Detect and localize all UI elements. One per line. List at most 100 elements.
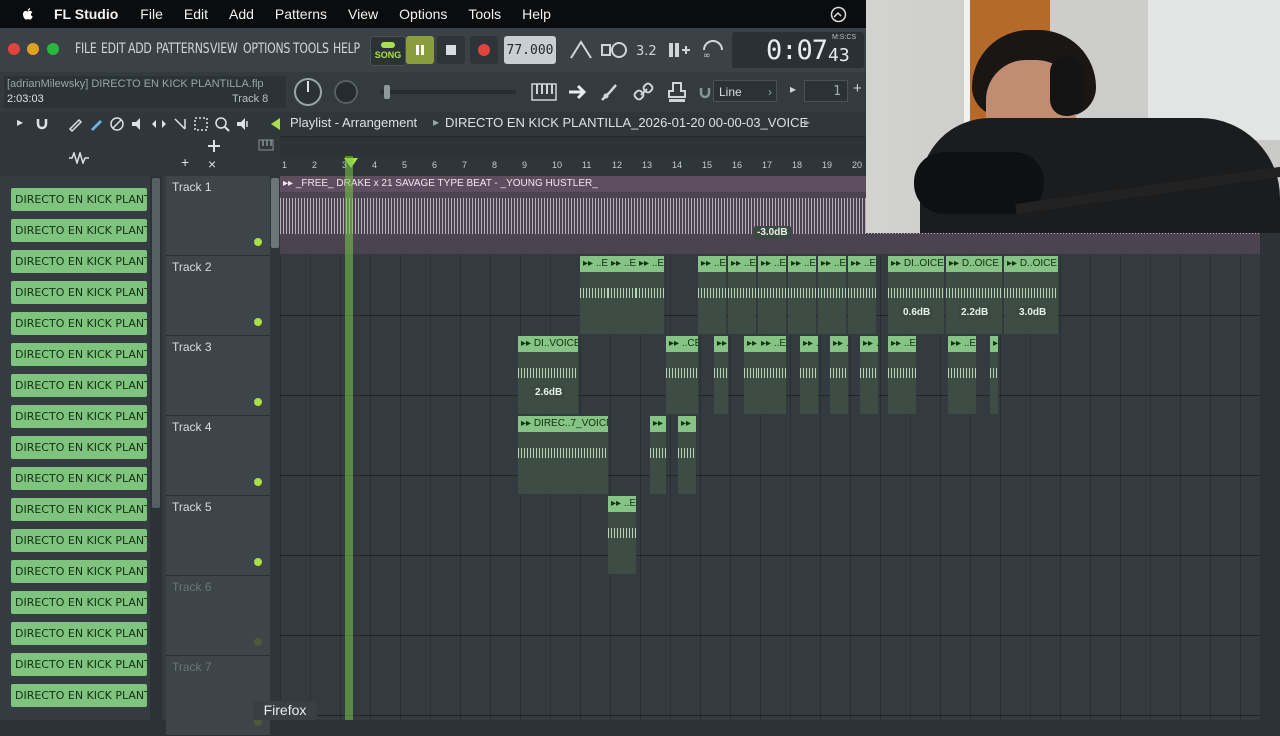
track-scrollbar[interactable] <box>270 176 280 720</box>
menu-add[interactable]: Add <box>229 6 254 22</box>
picker-clip-item[interactable]: DIRECTO EN KICK PLANTIL... <box>11 622 147 645</box>
track-header[interactable]: Track 1 <box>166 176 270 256</box>
tempo-display[interactable]: 77.000 <box>504 36 556 64</box>
fl-menu-file[interactable]: FILE <box>75 41 97 57</box>
audio-clip[interactable]: ▸▸ ..E <box>608 256 636 334</box>
picker-clip-item[interactable]: DIRECTO EN KICK PLANTIL... <box>11 653 147 676</box>
audio-clip[interactable]: ▸▸ ..E <box>860 336 878 414</box>
move-icon[interactable] <box>205 139 223 153</box>
app-name[interactable]: FL Studio <box>54 6 118 22</box>
snap-select[interactable]: Line › <box>713 80 777 102</box>
fl-menu-view[interactable]: VIEW <box>210 41 238 57</box>
fl-menu-options[interactable]: OPTIONS <box>243 41 290 57</box>
playlist-grid[interactable]: ▸▸ _FREE_ DRAKE x 21 SAVAGE TYPE BEAT - … <box>280 156 1260 720</box>
picker-clip-item[interactable]: DIRECTO EN KICK PLANTIL... <box>11 529 147 552</box>
audio-clip[interactable]: ▸▸ ..E <box>848 256 876 334</box>
audio-clip[interactable]: ▸▸ ..E <box>818 256 846 334</box>
menu-edit[interactable]: Edit <box>184 6 208 22</box>
countdown-icon[interactable]: 3.2 <box>634 38 660 62</box>
magnet-snap-icon[interactable] <box>698 85 712 99</box>
menu-view[interactable]: View <box>348 6 378 22</box>
wait-input-icon[interactable] <box>600 38 628 62</box>
fl-menu-add[interactable]: ADD <box>128 41 152 57</box>
picker-clip-item[interactable]: DIRECTO EN KICK PLANTIL... <box>11 312 147 335</box>
fl-menu-patterns[interactable]: PATTERNS <box>156 41 210 57</box>
track-enable-led[interactable] <box>254 478 262 486</box>
audio-clip[interactable]: ▸▸ ..E <box>990 336 998 414</box>
loop-record-icon[interactable]: ∞ <box>700 38 726 62</box>
zoom-tool-icon[interactable] <box>214 116 230 132</box>
blend-notes-icon[interactable] <box>666 38 692 62</box>
time-display[interactable]: 0:07 43 M:S:CS <box>732 32 864 68</box>
menu-file[interactable]: File <box>140 6 163 22</box>
step-prev-icon[interactable]: ▸ <box>790 82 796 96</box>
song-mode-toggle[interactable]: SONG <box>370 36 406 66</box>
close-icon[interactable]: × <box>208 156 216 172</box>
track-scroll-thumb[interactable] <box>271 178 279 248</box>
audio-clip[interactable]: ▸▸ ..E <box>608 496 636 574</box>
slider-handle[interactable] <box>384 85 390 99</box>
timeline-ruler[interactable]: 1234567891011121314151617181920 <box>280 156 866 176</box>
link-icon[interactable] <box>632 81 656 103</box>
fl-menu-help[interactable]: HELP <box>333 41 360 57</box>
select-tool-icon[interactable] <box>193 116 209 132</box>
audio-clip[interactable]: ▸▸ D..OICE <box>1004 256 1058 334</box>
fl-menu-edit[interactable]: EDIT <box>101 41 126 57</box>
menu-help[interactable]: Help <box>522 6 551 22</box>
stamp-icon[interactable] <box>665 80 689 104</box>
paint-tool-icon[interactable] <box>88 116 104 132</box>
picker-clip-item[interactable]: DIRECTO EN KICK PLANTIL... <box>11 281 147 304</box>
playlist-arrow-icon[interactable] <box>268 116 284 132</box>
plugin-icon[interactable] <box>598 81 622 103</box>
picker-clip-item[interactable]: DIRECTO EN KICK PLANTIL... <box>11 343 147 366</box>
master-pitch-knob-icon[interactable] <box>332 78 360 106</box>
pencil-tool-icon[interactable] <box>67 116 83 132</box>
plus-icon[interactable]: + <box>853 80 862 97</box>
pause-button[interactable] <box>406 36 434 64</box>
track-enable-led[interactable] <box>254 638 262 646</box>
metronome-icon[interactable] <box>568 38 594 62</box>
apple-icon[interactable] <box>20 6 36 22</box>
audio-clip[interactable]: ▸▸ ..E <box>758 336 786 414</box>
audio-clip[interactable]: ▸▸ DIREC..7_VOICE <box>518 416 608 494</box>
track-header[interactable]: Track 2 <box>166 256 270 336</box>
mute-tool-icon[interactable] <box>130 116 146 132</box>
track-enable-led[interactable] <box>254 398 262 406</box>
stop-button[interactable] <box>437 36 465 64</box>
track-enable-led[interactable] <box>254 238 262 246</box>
audio-clip[interactable]: ▸▸ <box>650 416 666 494</box>
picker-clip-item[interactable]: DIRECTO EN KICK PLANTIL... <box>11 405 147 428</box>
picker-clip-item[interactable]: DIRECTO EN KICK PLANTIL... <box>11 188 147 211</box>
track-enable-led[interactable] <box>254 558 262 566</box>
picker-clip-item[interactable]: DIRECTO EN KICK PLANTIL... <box>11 498 147 521</box>
track-header[interactable]: Track 7 <box>166 656 270 736</box>
audio-clip[interactable]: ▸▸ ..E <box>948 336 976 414</box>
audio-clip[interactable]: ▸▸ ..E <box>800 336 818 414</box>
magnet-icon[interactable] <box>35 116 49 130</box>
audio-clip[interactable]: ▸▸ D..OICE <box>946 256 1002 334</box>
audio-clip[interactable]: ▸▸ ..E <box>788 256 816 334</box>
audio-clip[interactable]: ▸▸ ..E <box>714 336 728 414</box>
track-enable-led[interactable] <box>254 318 262 326</box>
audio-clip[interactable]: ▸▸ ..E <box>636 256 664 334</box>
playback-tool-icon[interactable] <box>235 116 251 132</box>
picker-clip-item[interactable]: DIRECTO EN KICK PLANTIL... <box>11 374 147 397</box>
piano-icon[interactable] <box>258 139 274 151</box>
audio-clip[interactable]: ▸▸ ..E <box>698 256 726 334</box>
master-volume-knob-icon[interactable] <box>292 76 324 108</box>
picker-clip-item[interactable]: DIRECTO EN KICK PLANTIL... <box>11 219 147 242</box>
picker-clip-item[interactable]: DIRECTO EN KICK PLANTIL... <box>11 436 147 459</box>
arrow-right-icon[interactable] <box>566 81 590 103</box>
add-track-icon[interactable]: + <box>181 154 189 170</box>
menu-tools[interactable]: Tools <box>468 6 501 22</box>
audio-clip[interactable]: ▸▸ ..E <box>830 336 848 414</box>
menu-patterns[interactable]: Patterns <box>275 6 327 22</box>
delete-tool-icon[interactable] <box>109 116 125 132</box>
audio-clip[interactable]: ▸▸ ..E <box>580 256 608 334</box>
zoom-window-button[interactable] <box>47 43 59 55</box>
piano-roll-icon[interactable] <box>531 81 557 103</box>
fl-menu-tools[interactable]: TOOLS <box>293 41 329 57</box>
audio-clip[interactable]: ▸▸ ..CE <box>666 336 698 414</box>
slice-tool-icon[interactable] <box>172 116 188 132</box>
menu-options[interactable]: Options <box>399 6 447 22</box>
